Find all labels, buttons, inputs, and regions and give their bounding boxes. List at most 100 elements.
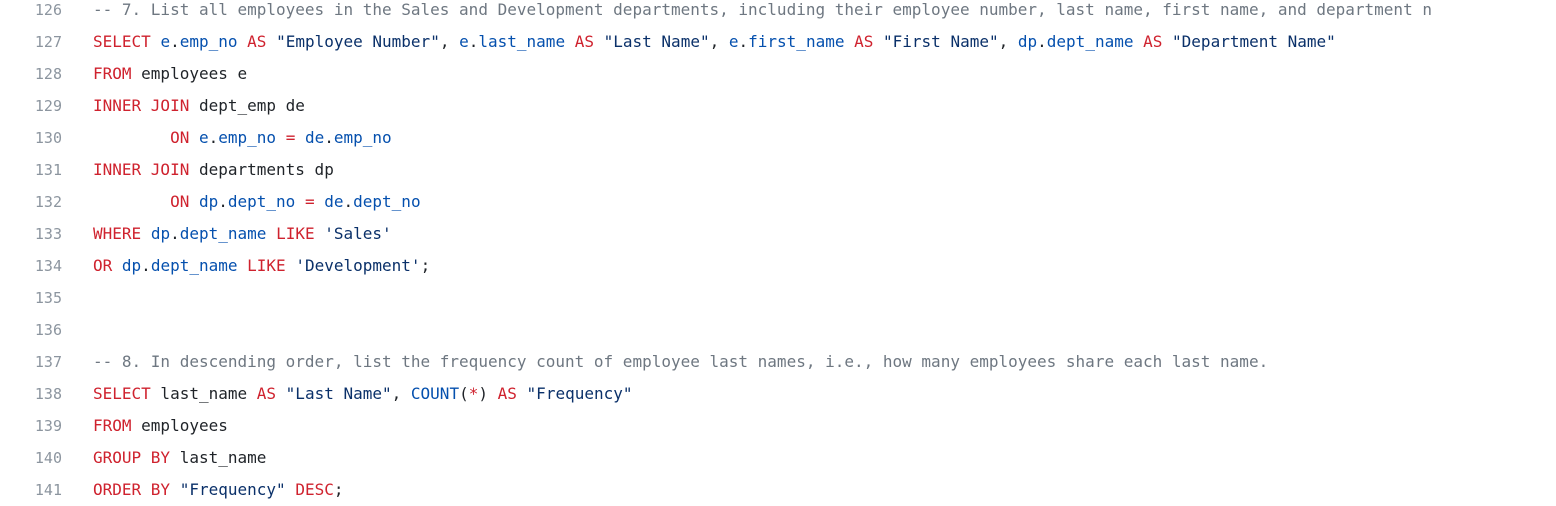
code-text: . xyxy=(208,128,219,147)
code-text: , xyxy=(709,32,729,51)
code-text: . xyxy=(324,128,334,147)
sql-keyword: AS xyxy=(256,384,277,403)
identifier: dept_no xyxy=(227,192,296,211)
code-line: 140 GROUP BY last_name xyxy=(0,442,1556,474)
identifier: dp xyxy=(1017,32,1038,51)
line-number[interactable]: 140 xyxy=(0,442,62,474)
sql-keyword: SELECT xyxy=(93,384,151,403)
line-code: INNER JOIN dept_emp de xyxy=(93,90,305,122)
line-code: WHERE dp.dept_name LIKE 'Sales' xyxy=(93,218,392,250)
line-code: OR dp.dept_name LIKE 'Development'; xyxy=(93,250,430,282)
sql-keyword: AS xyxy=(854,32,874,51)
code-text: ( xyxy=(459,384,469,403)
identifier: COUNT xyxy=(410,384,460,403)
code-comment: -- 8. In descending order, list the freq… xyxy=(93,352,1269,371)
identifier: dp xyxy=(198,192,219,211)
sql-keyword: = xyxy=(285,128,296,147)
string-literal: 'Sales' xyxy=(324,224,392,243)
sql-keyword: ORDER BY xyxy=(93,480,171,499)
identifier: de xyxy=(324,192,344,211)
line-code: GROUP BY last_name xyxy=(93,442,266,474)
line-code: ON e.emp_no = de.emp_no xyxy=(93,122,392,154)
sql-keyword: LIKE xyxy=(247,256,286,275)
code-line: 130 ON e.emp_no = de.emp_no xyxy=(0,122,1556,154)
line-number[interactable]: 136 xyxy=(0,314,62,346)
identifier: e xyxy=(728,32,739,51)
string-literal: "Frequency" xyxy=(179,480,286,499)
code-line: 126 -- 7. List all employees in the Sales… xyxy=(0,0,1556,26)
identifier: emp_no xyxy=(218,128,277,147)
line-number[interactable]: 131 xyxy=(0,154,62,186)
identifier: e xyxy=(198,128,209,147)
line-number[interactable]: 129 xyxy=(0,90,62,122)
code-line: 127 SELECT e.emp_no AS "Employee Number",… xyxy=(0,26,1556,58)
code-text: departments dp xyxy=(189,160,334,179)
string-literal: "Department Name" xyxy=(1172,32,1336,51)
line-code: FROM employees e xyxy=(93,58,247,90)
identifier: e xyxy=(459,32,469,51)
code-line: 135 xyxy=(0,282,1556,314)
code-text: . xyxy=(738,32,749,51)
code-line: 136 xyxy=(0,314,1556,346)
line-code: FROM employees xyxy=(93,410,228,442)
code-text: , xyxy=(998,32,1018,51)
line-number[interactable]: 139 xyxy=(0,410,62,442)
line-number[interactable]: 138 xyxy=(0,378,62,410)
code-view[interactable]: 126 -- 7. List all employees in the Sales… xyxy=(0,0,1556,506)
code-text: . xyxy=(170,32,180,51)
sql-keyword: ON xyxy=(170,192,190,211)
identifier: emp_no xyxy=(179,32,238,51)
line-number[interactable]: 141 xyxy=(0,474,62,506)
identifier: dept_name xyxy=(1046,32,1134,51)
code-text: employees xyxy=(131,416,228,435)
line-number[interactable]: 134 xyxy=(0,250,62,282)
identifier: dept_name xyxy=(150,256,238,275)
line-number[interactable]: 130 xyxy=(0,122,62,154)
sql-keyword: GROUP BY xyxy=(93,448,171,467)
sql-keyword: = xyxy=(304,192,315,211)
code-text: ; xyxy=(333,480,344,499)
line-number[interactable]: 128 xyxy=(0,58,62,90)
code-text: . xyxy=(1037,32,1047,51)
line-code: ORDER BY "Frequency" DESC; xyxy=(93,474,343,506)
identifier: e xyxy=(160,32,171,51)
identifier: first_name xyxy=(748,32,845,51)
code-line: 128 FROM employees e xyxy=(0,58,1556,90)
code-line: 129 INNER JOIN dept_emp de xyxy=(0,90,1556,122)
line-number[interactable]: 127 xyxy=(0,26,62,58)
line-number[interactable]: 135 xyxy=(0,282,62,314)
code-text: ) xyxy=(478,384,488,403)
string-literal: 'Development' xyxy=(295,256,421,275)
identifier: de xyxy=(304,128,325,147)
sql-keyword: LIKE xyxy=(276,224,315,243)
identifier: emp_no xyxy=(333,128,392,147)
sql-keyword: * xyxy=(468,384,479,403)
line-number[interactable]: 137 xyxy=(0,346,62,378)
code-text: , xyxy=(391,384,411,403)
sql-keyword: FROM xyxy=(93,64,132,83)
line-code: ON dp.dept_no = de.dept_no xyxy=(93,186,421,218)
line-number[interactable]: 133 xyxy=(0,218,62,250)
code-line: 133 WHERE dp.dept_name LIKE 'Sales' xyxy=(0,218,1556,250)
line-code: -- 8. In descending order, list the freq… xyxy=(93,346,1268,378)
line-number[interactable]: 132 xyxy=(0,186,62,218)
code-text: . xyxy=(218,192,228,211)
identifier: last_name xyxy=(478,32,566,51)
line-number[interactable]: 126 xyxy=(0,0,62,26)
